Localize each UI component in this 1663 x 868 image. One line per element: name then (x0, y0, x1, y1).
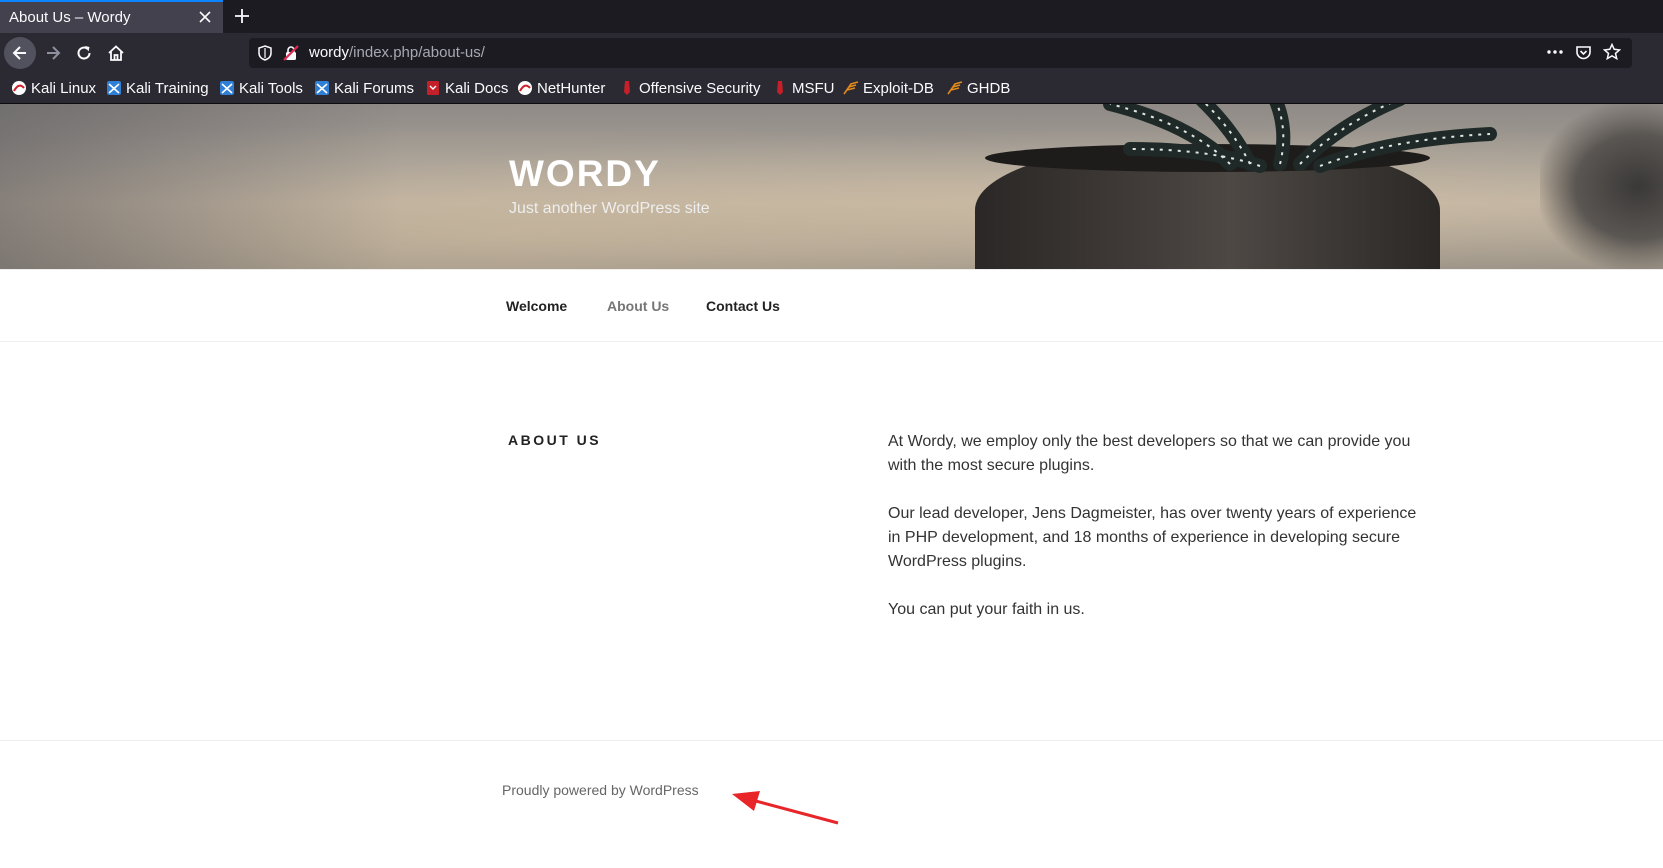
bookmark-label: NetHunter (537, 79, 606, 97)
bookmark-nethunter[interactable]: NetHunter (517, 78, 605, 98)
site-title[interactable]: WORDY (509, 153, 661, 195)
tracking-shield-icon[interactable] (258, 45, 272, 61)
kali-forums-icon (315, 81, 329, 95)
menu-item-welcome[interactable]: Welcome (506, 298, 567, 314)
navigation-toolbar: wordy/index.php/about-us/ (0, 33, 1663, 72)
back-button[interactable] (4, 37, 36, 69)
bookmark-kali-docs[interactable]: Kali Docs (425, 78, 508, 98)
bookmark-label: GHDB (967, 79, 1011, 97)
header-shadow (0, 104, 400, 269)
kali-training-icon (107, 81, 121, 95)
tab-title: About Us – Wordy (9, 9, 131, 26)
bookmark-kali-forums[interactable]: Kali Forums (314, 78, 414, 98)
menu-item-contact-us[interactable]: Contact Us (706, 298, 780, 314)
bookmark-kali-linux[interactable]: Kali Linux (11, 78, 96, 98)
reload-icon (77, 46, 91, 60)
msfu-icon (777, 81, 783, 95)
page-title: ABOUT US (508, 432, 602, 448)
bookmark-label: Kali Training (126, 79, 209, 97)
forward-button[interactable] (37, 37, 69, 69)
kali-docs-icon (427, 81, 439, 95)
close-tab-icon[interactable] (198, 10, 212, 24)
new-tab-icon[interactable] (232, 6, 252, 26)
bookmark-label: Kali Linux (31, 79, 97, 97)
url-host: wordy (309, 44, 350, 61)
bookmark-label: Kali Forums (334, 79, 415, 97)
bookmark-label: Exploit-DB (863, 79, 934, 97)
forward-arrow-icon (47, 46, 61, 60)
annotation-arrow-icon (732, 791, 839, 825)
url-path: /index.php/about-us/ (349, 44, 485, 61)
content-paragraph: You can put your faith in us. (888, 601, 1085, 618)
reload-button[interactable] (68, 37, 100, 69)
bookmark-offensive-security[interactable]: Offensive Security (619, 78, 760, 98)
site-description: Just another WordPress site (509, 200, 710, 217)
bookmarks-toolbar: Kali Linux Kali Training Kali Tools Kali… (0, 72, 1663, 104)
bookmark-label: Offensive Security (639, 79, 761, 97)
back-arrow-icon (12, 46, 26, 60)
offsec-icon (624, 81, 630, 95)
home-button[interactable] (100, 37, 132, 69)
address-bar[interactable]: wordy/index.php/about-us/ (249, 38, 1632, 68)
bookmark-exploit-db[interactable]: Exploit-DB (843, 78, 934, 98)
kali-icon (12, 81, 26, 95)
home-icon (108, 45, 124, 61)
main-navigation: Welcome About Us Contact Us (0, 269, 1663, 342)
content-paragraph: Our lead developer, Jens Dagmeister, has… (888, 505, 1417, 570)
bookmark-star-icon[interactable] (1603, 43, 1621, 61)
page-actions-icon[interactable] (1546, 43, 1564, 61)
menu-item-about-us[interactable]: About Us (607, 298, 669, 314)
bookmark-label: MSFU (792, 79, 835, 97)
nethunter-icon (518, 81, 532, 95)
content-paragraph: At Wordy, we employ only the best develo… (888, 433, 1411, 474)
active-tab[interactable]: About Us – Wordy (0, 0, 223, 33)
ghdb-icon (947, 81, 963, 95)
bookmark-msfu[interactable]: MSFU (772, 78, 835, 98)
bookmark-label: Kali Docs (445, 79, 509, 97)
exploitdb-icon (843, 81, 859, 95)
bookmark-ghdb[interactable]: GHDB (947, 78, 1010, 98)
insecure-connection-icon[interactable] (283, 45, 299, 61)
pocket-icon[interactable] (1575, 44, 1592, 61)
bookmark-kali-tools[interactable]: Kali Tools (219, 78, 303, 98)
page-content: At Wordy, we employ only the best develo… (888, 430, 1428, 646)
header-right-shade (1540, 104, 1663, 269)
bookmark-kali-training[interactable]: Kali Training (106, 78, 209, 98)
tab-bar: About Us – Wordy (0, 0, 1663, 33)
powered-by-link[interactable]: Proudly powered by WordPress (502, 782, 699, 798)
header-image (0, 104, 1663, 269)
url-text[interactable]: wordy/index.php/about-us/ (309, 44, 485, 61)
succulent-plant-image (1103, 104, 1497, 173)
kali-tools-icon (220, 81, 234, 95)
bookmark-label: Kali Tools (239, 79, 303, 97)
